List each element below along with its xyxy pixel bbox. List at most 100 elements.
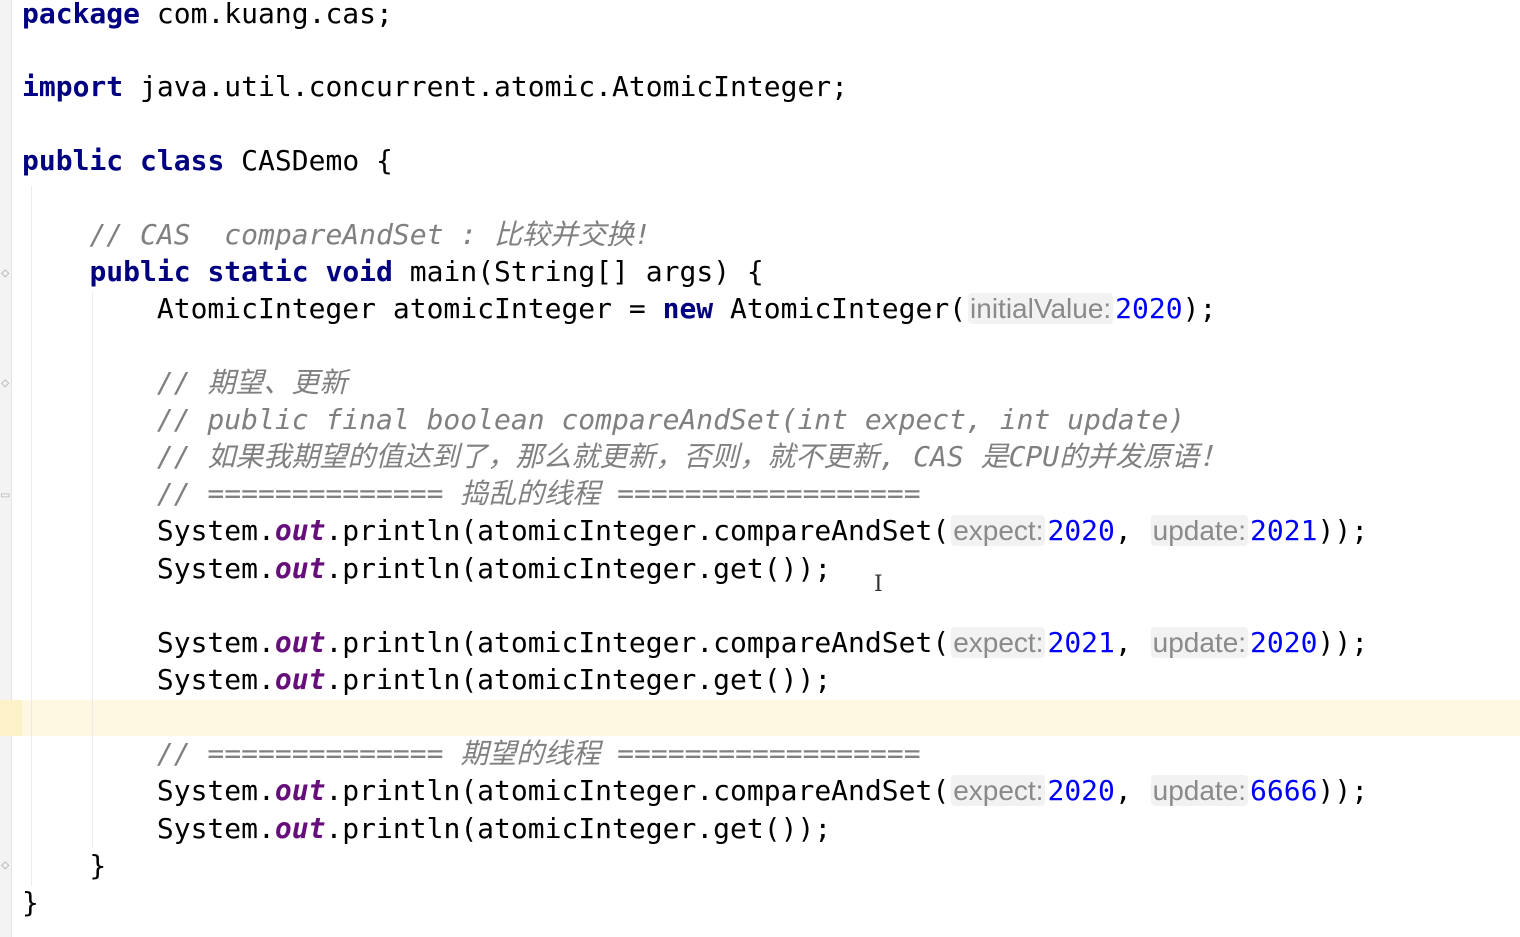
number-literal: 2020	[1115, 292, 1183, 325]
code-line-compare-and-set[interactable]: System.out.println(atomicInteger.compare…	[22, 625, 1368, 661]
fold-marker-icon[interactable]: ◇	[1, 858, 17, 872]
code-text: .println(atomicInteger.get());	[325, 552, 832, 585]
code-text: System.	[156, 552, 275, 585]
keyword: public	[89, 255, 191, 288]
code-text: CASDemo {	[224, 144, 393, 177]
number-literal: 2020	[1250, 626, 1318, 659]
parameter-hint: initialValue:	[968, 293, 1114, 324]
code-line-compare-and-set[interactable]: System.out.println(atomicInteger.compare…	[22, 773, 1368, 809]
keyword: import	[22, 70, 124, 103]
code-line-class-declaration[interactable]: public class CASDemo {	[22, 143, 393, 179]
fold-marker-icon[interactable]: ▭	[1, 488, 17, 502]
code-text: .println(atomicInteger.compareAndSet(	[325, 514, 950, 547]
code-text: ));	[1317, 626, 1369, 659]
code-line-main-method[interactable]: public static void main(String[] args) {	[22, 254, 764, 290]
static-field: out	[274, 552, 326, 585]
code-line-comment[interactable]: // 期望、更新	[22, 365, 348, 401]
code-text: .println(atomicInteger.get());	[325, 663, 832, 696]
code-text: ,	[1114, 626, 1149, 659]
keyword: package	[22, 0, 141, 30]
code-line-import[interactable]: import java.util.concurrent.atomic.Atomi…	[22, 69, 848, 105]
code-text: System.	[156, 774, 275, 807]
comment: // CAS compareAndSet : 比较并交换!	[89, 218, 651, 251]
code-text: }	[22, 849, 107, 882]
code-line-comment[interactable]: // public final boolean compareAndSet(in…	[22, 402, 1185, 438]
code-editor[interactable]: ◇ ◇ ▭ ◇ package com.kuang.cas; import ja…	[0, 0, 1520, 937]
fold-marker-icon[interactable]: ◇	[1, 376, 17, 390]
keyword: public	[22, 144, 124, 177]
static-field: out	[274, 626, 326, 659]
code-text: AtomicInteger(	[713, 292, 967, 325]
static-field: out	[274, 663, 326, 696]
comment: // 期望、更新	[156, 366, 348, 399]
static-field: out	[274, 812, 326, 845]
code-text: ,	[1114, 514, 1149, 547]
code-text: System.	[156, 663, 275, 696]
code-text: main(String[] args) {	[392, 255, 764, 288]
code-line-get[interactable]: System.out.println(atomicInteger.get());	[22, 811, 831, 847]
code-text: com.kuang.cas;	[140, 0, 393, 30]
code-text: }	[22, 886, 39, 919]
current-line-gutter-highlight	[0, 700, 22, 736]
number-literal: 6666	[1250, 774, 1318, 807]
static-field: out	[274, 774, 326, 807]
parameter-hint: update:	[1150, 627, 1249, 658]
comment: // public final boolean compareAndSet(in…	[156, 403, 1186, 436]
parameter-hint: expect:	[951, 515, 1046, 546]
code-line-atomic-integer-declaration[interactable]: AtomicInteger atomicInteger = new Atomic…	[22, 291, 1216, 327]
code-line-compare-and-set[interactable]: System.out.println(atomicInteger.compare…	[22, 513, 1368, 549]
comment: // 如果我期望的值达到了，那么就更新，否则，就不更新, CAS 是CPU的并发…	[156, 440, 1228, 473]
keyword: class	[140, 144, 225, 177]
number-literal: 2020	[1047, 774, 1115, 807]
parameter-hint: expect:	[951, 775, 1046, 806]
code-text: .println(atomicInteger.get());	[325, 812, 832, 845]
fold-marker-icon[interactable]: ◇	[1, 266, 17, 280]
code-text: System.	[156, 812, 275, 845]
static-field: out	[274, 514, 326, 547]
code-line-comment[interactable]: // CAS compareAndSet : 比较并交换!	[22, 217, 651, 253]
number-literal: 2021	[1047, 626, 1115, 659]
code-text: java.util.concurrent.atomic.AtomicIntege…	[123, 70, 849, 103]
code-text: System.	[156, 514, 275, 547]
code-line-get[interactable]: System.out.println(atomicInteger.get());	[22, 551, 831, 587]
code-text: );	[1182, 292, 1217, 325]
keyword: static	[207, 255, 309, 288]
code-line-comment[interactable]: // ============== 期望的线程 ================…	[22, 736, 921, 772]
parameter-hint: update:	[1150, 775, 1249, 806]
code-text: .println(atomicInteger.compareAndSet(	[325, 626, 950, 659]
code-line-package[interactable]: package com.kuang.cas;	[22, 0, 393, 32]
code-line-method-close[interactable]: }	[22, 848, 106, 884]
comment: // ============== 捣乱的线程 ================…	[156, 477, 921, 510]
editor-gutter[interactable]	[0, 0, 12, 937]
number-literal: 2020	[1047, 514, 1115, 547]
code-line-class-close[interactable]: }	[22, 885, 39, 921]
code-text: AtomicInteger atomicInteger =	[156, 292, 663, 325]
code-text: ));	[1317, 774, 1369, 807]
code-text: System.	[156, 626, 275, 659]
text-cursor-icon: I	[874, 572, 883, 597]
code-line-comment[interactable]: // ============== 捣乱的线程 ================…	[22, 476, 921, 512]
keyword: new	[662, 292, 714, 325]
parameter-hint: update:	[1150, 515, 1249, 546]
current-line-highlight	[0, 700, 1520, 736]
code-text: .println(atomicInteger.compareAndSet(	[325, 774, 950, 807]
number-literal: 2021	[1250, 514, 1318, 547]
code-line-comment[interactable]: // 如果我期望的值达到了，那么就更新，否则，就不更新, CAS 是CPU的并发…	[22, 439, 1227, 475]
code-text: ));	[1317, 514, 1369, 547]
code-line-get[interactable]: System.out.println(atomicInteger.get());	[22, 662, 831, 698]
keyword: void	[325, 255, 393, 288]
